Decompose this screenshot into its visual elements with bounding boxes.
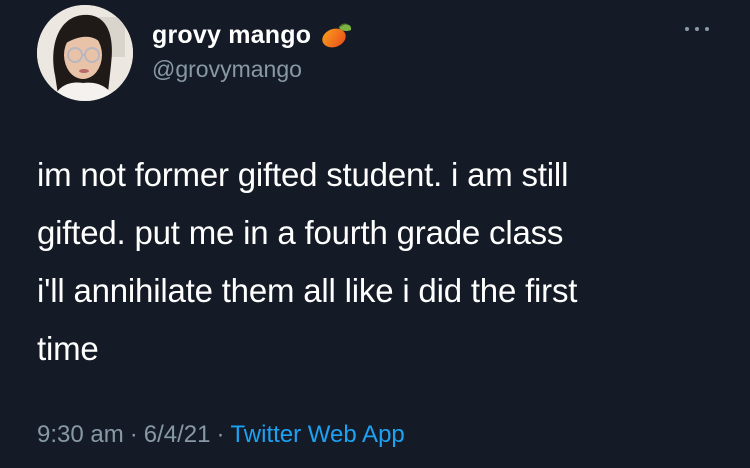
user-handle[interactable]: @grovymango [152, 56, 353, 83]
tweet-header: grovy mango @grovymango [152, 20, 353, 83]
avatar-photo [37, 5, 133, 101]
mango-emoji-icon [319, 20, 353, 50]
meta-separator: · [216, 421, 225, 448]
more-options-icon[interactable] [682, 22, 712, 36]
name-row: grovy mango [152, 20, 353, 50]
tweet-text: im not former gifted student. i am still… [37, 156, 578, 367]
display-name[interactable]: grovy mango [152, 21, 311, 50]
avatar[interactable] [37, 5, 133, 101]
tweet-source-link[interactable]: Twitter Web App [230, 421, 404, 448]
tweet-time[interactable]: 9:30 am [37, 421, 124, 448]
tweet-card: grovy mango @grovymango im not former gi… [0, 0, 750, 468]
meta-separator: · [129, 421, 138, 448]
tweet-meta: 9:30 am · 6/4/21 · Twitter Web App [37, 421, 405, 449]
tweet-date[interactable]: 6/4/21 [144, 421, 211, 448]
